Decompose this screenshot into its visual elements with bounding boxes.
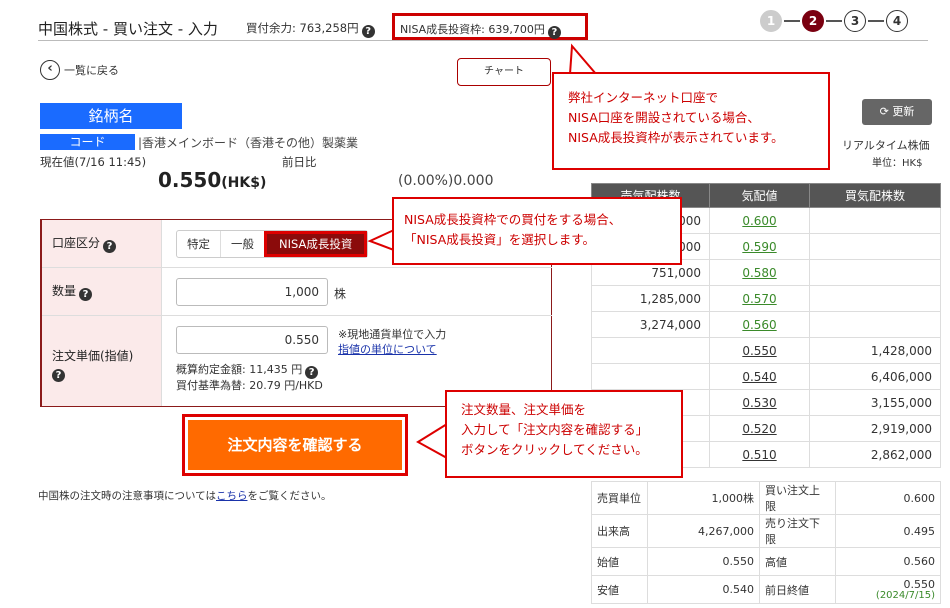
help-icon[interactable]: ? [103, 240, 117, 253]
current-price: 0.550(HK$) [158, 168, 267, 192]
back-link[interactable]: ‹ 一覧に戻る [40, 60, 119, 80]
header-price: 気配値 [709, 183, 810, 208]
caution-link[interactable]: こちら [216, 490, 248, 502]
fx-rate: 買付基準為替: 20.79 円/HKD [176, 379, 323, 392]
table-row: 安値 0.540 前日終値 0.550 (2024/7/15) [591, 575, 941, 604]
account-option-tokutei[interactable]: 特定 [177, 231, 221, 257]
callout-confirm: 注文数量、注文単価を 入力して「注文内容を確認する」 ボタンをクリックしてください。 [445, 390, 683, 478]
stock-code: コード [40, 134, 135, 150]
quantity-input[interactable]: 1,000 [176, 278, 328, 306]
page-title: 中国株式 - 買い注文 - 入力 [38, 20, 218, 38]
current-price-label: 現在値(7/16 11:45) [40, 155, 147, 169]
table-row: 1,285,000 0.570 [591, 285, 941, 312]
help-icon[interactable]: ? [79, 288, 93, 301]
chevron-left-icon: ‹ [40, 60, 60, 80]
refresh-button[interactable]: ⟳ 更新 [862, 99, 932, 125]
callout-nisa-select: NISA成長投資枠での買付をする場合、 「NISA成長投資」を選択します。 [392, 197, 682, 265]
table-row: 出来高 4,267,000 売り注文下限 0.495 [591, 514, 941, 548]
header-buy-qty: 買気配株数 [809, 183, 941, 208]
price-label: 注文単価(指値)? [42, 316, 162, 406]
table-row: 0.550 1,428,000 [591, 337, 941, 364]
limit-price-input[interactable]: 0.550 [176, 326, 328, 354]
table-row: 0.540 6,406,000 [591, 363, 941, 390]
quantity-unit: 株 [334, 287, 347, 301]
step-connector [784, 20, 800, 22]
quantity-row: 数量? 1,000 株 [42, 268, 552, 316]
table-row: 3,274,000 0.560 [591, 311, 941, 338]
divider [38, 40, 928, 41]
step-1: 1 [760, 10, 782, 32]
quantity-label: 数量? [42, 268, 162, 315]
table-row: 始値 0.550 高値 0.560 [591, 547, 941, 576]
help-icon[interactable]: ? [361, 25, 375, 38]
step-3: 3 [844, 10, 866, 32]
callout-pointer-3 [416, 422, 448, 460]
header: 中国株式 - 買い注文 - 入力 買付余力: 763,258円? NISA成長投… [0, 0, 950, 48]
buying-power: 買付余力: 763,258円? [246, 20, 375, 38]
caution-note: 中国株の注文時の注意事項についてはこちらをご覧ください。 [38, 490, 332, 502]
price-unit-link[interactable]: 指値の単位について [338, 341, 437, 357]
step-2-current: 2 [802, 10, 824, 32]
unit-label: 単位：HK$ [872, 158, 923, 169]
account-type-selector: 特定 一般 NISA成長投資 [176, 230, 369, 258]
price-change: (0.00%)0.000 [398, 173, 494, 189]
account-label: 口座区分? [42, 220, 162, 267]
help-icon[interactable]: ? [547, 26, 561, 39]
help-icon[interactable]: ? [52, 369, 65, 382]
step-connector [868, 20, 884, 22]
account-option-ippan[interactable]: 一般 [221, 231, 264, 257]
refresh-icon: ⟳ [879, 105, 893, 118]
step-4: 4 [886, 10, 908, 32]
nisa-limit: NISA成長投資枠: 639,700円? [392, 13, 588, 40]
step-indicator: 1 2 3 4 [760, 10, 908, 32]
back-label: 一覧に戻る [64, 64, 119, 77]
price-note: ※現地通貨単位で入力 [338, 328, 447, 341]
confirm-order-button[interactable]: 注文内容を確認する [182, 414, 408, 476]
stock-name: 銘柄名 [40, 103, 182, 129]
realtime-label: リアルタイム株価 [842, 139, 930, 152]
table-row: 売買単位 1,000株 買い注文上限 0.600 [591, 481, 941, 515]
account-option-nisa[interactable]: NISA成長投資 [264, 231, 368, 257]
callout-nisa-limit: 弊社インターネット口座で NISA口座を開設されている場合、 NISA成長投資枠が表… [552, 72, 830, 170]
step-connector [826, 20, 842, 22]
callout-pointer-1 [568, 43, 599, 75]
confirm-label: 注文内容を確認する [188, 420, 402, 470]
stock-market: |香港メインボード（香港その他）製薬業 [138, 136, 359, 150]
prev-day-label: 前日比 [282, 155, 317, 169]
stock-stats: 売買単位 1,000株 買い注文上限 0.600 出来高 4,267,000 売り注文下限… [591, 481, 941, 604]
chart-button[interactable]: チャート [457, 58, 551, 86]
